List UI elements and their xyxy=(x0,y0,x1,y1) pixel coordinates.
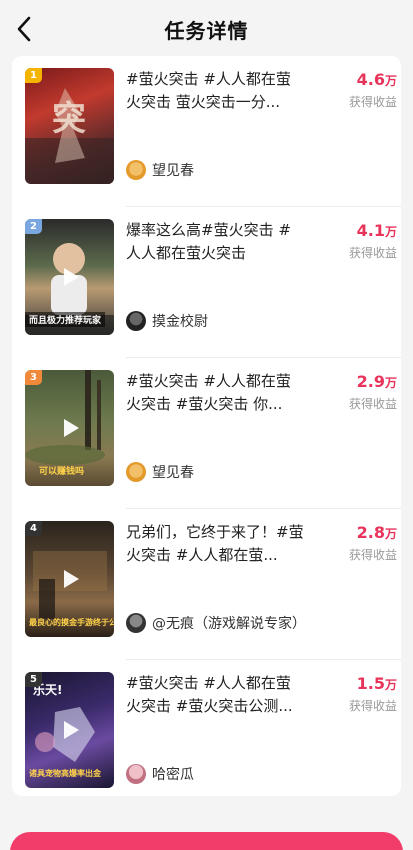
thumbnail-caption: 而且极力推荐玩家 xyxy=(25,312,106,327)
earnings-label: 获得收益 xyxy=(348,699,397,713)
earnings-amount: 1.5 xyxy=(356,674,385,693)
author-name: 望见春 xyxy=(152,163,194,179)
earnings: 4.6万 获得收益 xyxy=(327,70,397,110)
earnings-unit: 万 xyxy=(384,376,397,390)
back-button[interactable] xyxy=(10,14,38,44)
thumbnail-caption: 最良心的摸金手游终于公测 xyxy=(29,618,114,627)
video-thumbnail[interactable]: 突 1 xyxy=(25,68,114,184)
list-item[interactable]: 2 而且极力推荐玩家 爆率这么高#萤火突击 #人人都在萤火突击 摸金校尉 4.1… xyxy=(12,207,401,358)
play-icon xyxy=(63,419,79,437)
list-item[interactable]: 乐天! 5 诸具宠物高爆率出金 #萤火突击 #人人都在萤火突击 #萤火突击公测.… xyxy=(12,660,401,811)
chevron-left-icon xyxy=(17,16,31,42)
avatar xyxy=(126,613,146,633)
earnings: 4.1万 获得收益 xyxy=(327,221,397,261)
avatar xyxy=(126,462,146,482)
earnings-amount: 4.6 xyxy=(356,70,385,89)
earnings-label: 获得收益 xyxy=(348,548,397,562)
earnings-amount: 2.8 xyxy=(356,523,385,542)
bottom-action-button[interactable] xyxy=(10,832,403,850)
list-item[interactable]: 3 可以赚钱吗 #萤火突击 #人人都在萤火突击 #萤火突击 你... 望见春 2… xyxy=(12,358,401,509)
svg-text:突: 突 xyxy=(52,99,86,139)
video-thumbnail[interactable]: 乐天! 5 诸具宠物高爆率出金 xyxy=(25,672,114,788)
video-thumbnail[interactable]: 2 而且极力推荐玩家 xyxy=(25,219,114,335)
author-name: 哈密瓜 xyxy=(152,767,194,783)
avatar xyxy=(126,311,146,331)
page-title: 任务详情 xyxy=(164,18,249,43)
earnings-label: 获得收益 xyxy=(348,246,397,260)
author-name: 望见春 xyxy=(152,465,194,481)
poster-art: 突 xyxy=(25,88,114,184)
rank-badge: 1 xyxy=(25,68,42,83)
author-name: 摸金校尉 xyxy=(152,314,208,330)
earnings-unit: 万 xyxy=(384,527,397,541)
play-icon xyxy=(63,570,79,588)
thumbnail-caption: 可以赚钱吗 xyxy=(39,467,85,477)
video-description: 兄弟们，它终于来了！#萤火突击 #人人都在萤... xyxy=(126,523,304,564)
author-info[interactable]: @无痕（游戏解说专家） xyxy=(126,612,306,634)
earnings: 2.8万 获得收益 xyxy=(327,523,397,563)
earnings-label: 获得收益 xyxy=(348,397,397,411)
thumbnail-caption: 诸具宠物高爆率出金 xyxy=(29,769,101,778)
author-info[interactable]: 哈密瓜 xyxy=(126,763,194,785)
earnings-amount: 2.9 xyxy=(356,372,385,391)
earnings-unit: 万 xyxy=(384,74,397,88)
video-description: 爆率这么高#萤火突击 #人人都在萤火突击 xyxy=(126,221,291,262)
author-info[interactable]: 望见春 xyxy=(126,159,194,181)
list-item[interactable]: 4 最良心的摸金手游终于公测 兄弟们，它终于来了！#萤火突击 #人人都在萤...… xyxy=(12,509,401,660)
rank-badge: 5 xyxy=(25,672,42,687)
play-icon xyxy=(63,268,79,286)
earnings: 1.5万 获得收益 xyxy=(327,674,397,714)
header-bar: 任务详情 xyxy=(0,0,413,58)
video-description: #萤火突击 #人人都在萤火突击 #萤火突击 你... xyxy=(126,372,291,413)
earnings-unit: 万 xyxy=(384,678,397,692)
earnings-amount: 4.1 xyxy=(356,221,385,240)
video-description: #萤火突击 #人人都在萤火突击 萤火突击一分... xyxy=(126,70,291,111)
list-item[interactable]: 突 1 #萤火突击 #人人都在萤火突击 萤火突击一分... 望见春 4.6万 获… xyxy=(12,56,401,207)
play-icon xyxy=(63,721,79,739)
earnings: 2.9万 获得收益 xyxy=(327,372,397,412)
author-name: @无痕（游戏解说专家） xyxy=(152,616,306,632)
earnings-label: 获得收益 xyxy=(348,95,397,109)
video-thumbnail[interactable]: 4 最良心的摸金手游终于公测 xyxy=(25,521,114,637)
video-description: #萤火突击 #人人都在萤火突击 #萤火突击公测... xyxy=(126,674,293,715)
task-video-list: 突 1 #萤火突击 #人人都在萤火突击 萤火突击一分... 望见春 4.6万 获… xyxy=(12,56,401,796)
author-info[interactable]: 摸金校尉 xyxy=(126,310,208,332)
video-thumbnail[interactable]: 3 可以赚钱吗 xyxy=(25,370,114,486)
rank-badge: 4 xyxy=(25,521,42,536)
author-info[interactable]: 望见春 xyxy=(126,461,194,483)
avatar xyxy=(126,764,146,784)
earnings-unit: 万 xyxy=(384,225,397,239)
rank-badge: 3 xyxy=(25,370,42,385)
rank-badge: 2 xyxy=(25,219,42,234)
avatar xyxy=(126,160,146,180)
